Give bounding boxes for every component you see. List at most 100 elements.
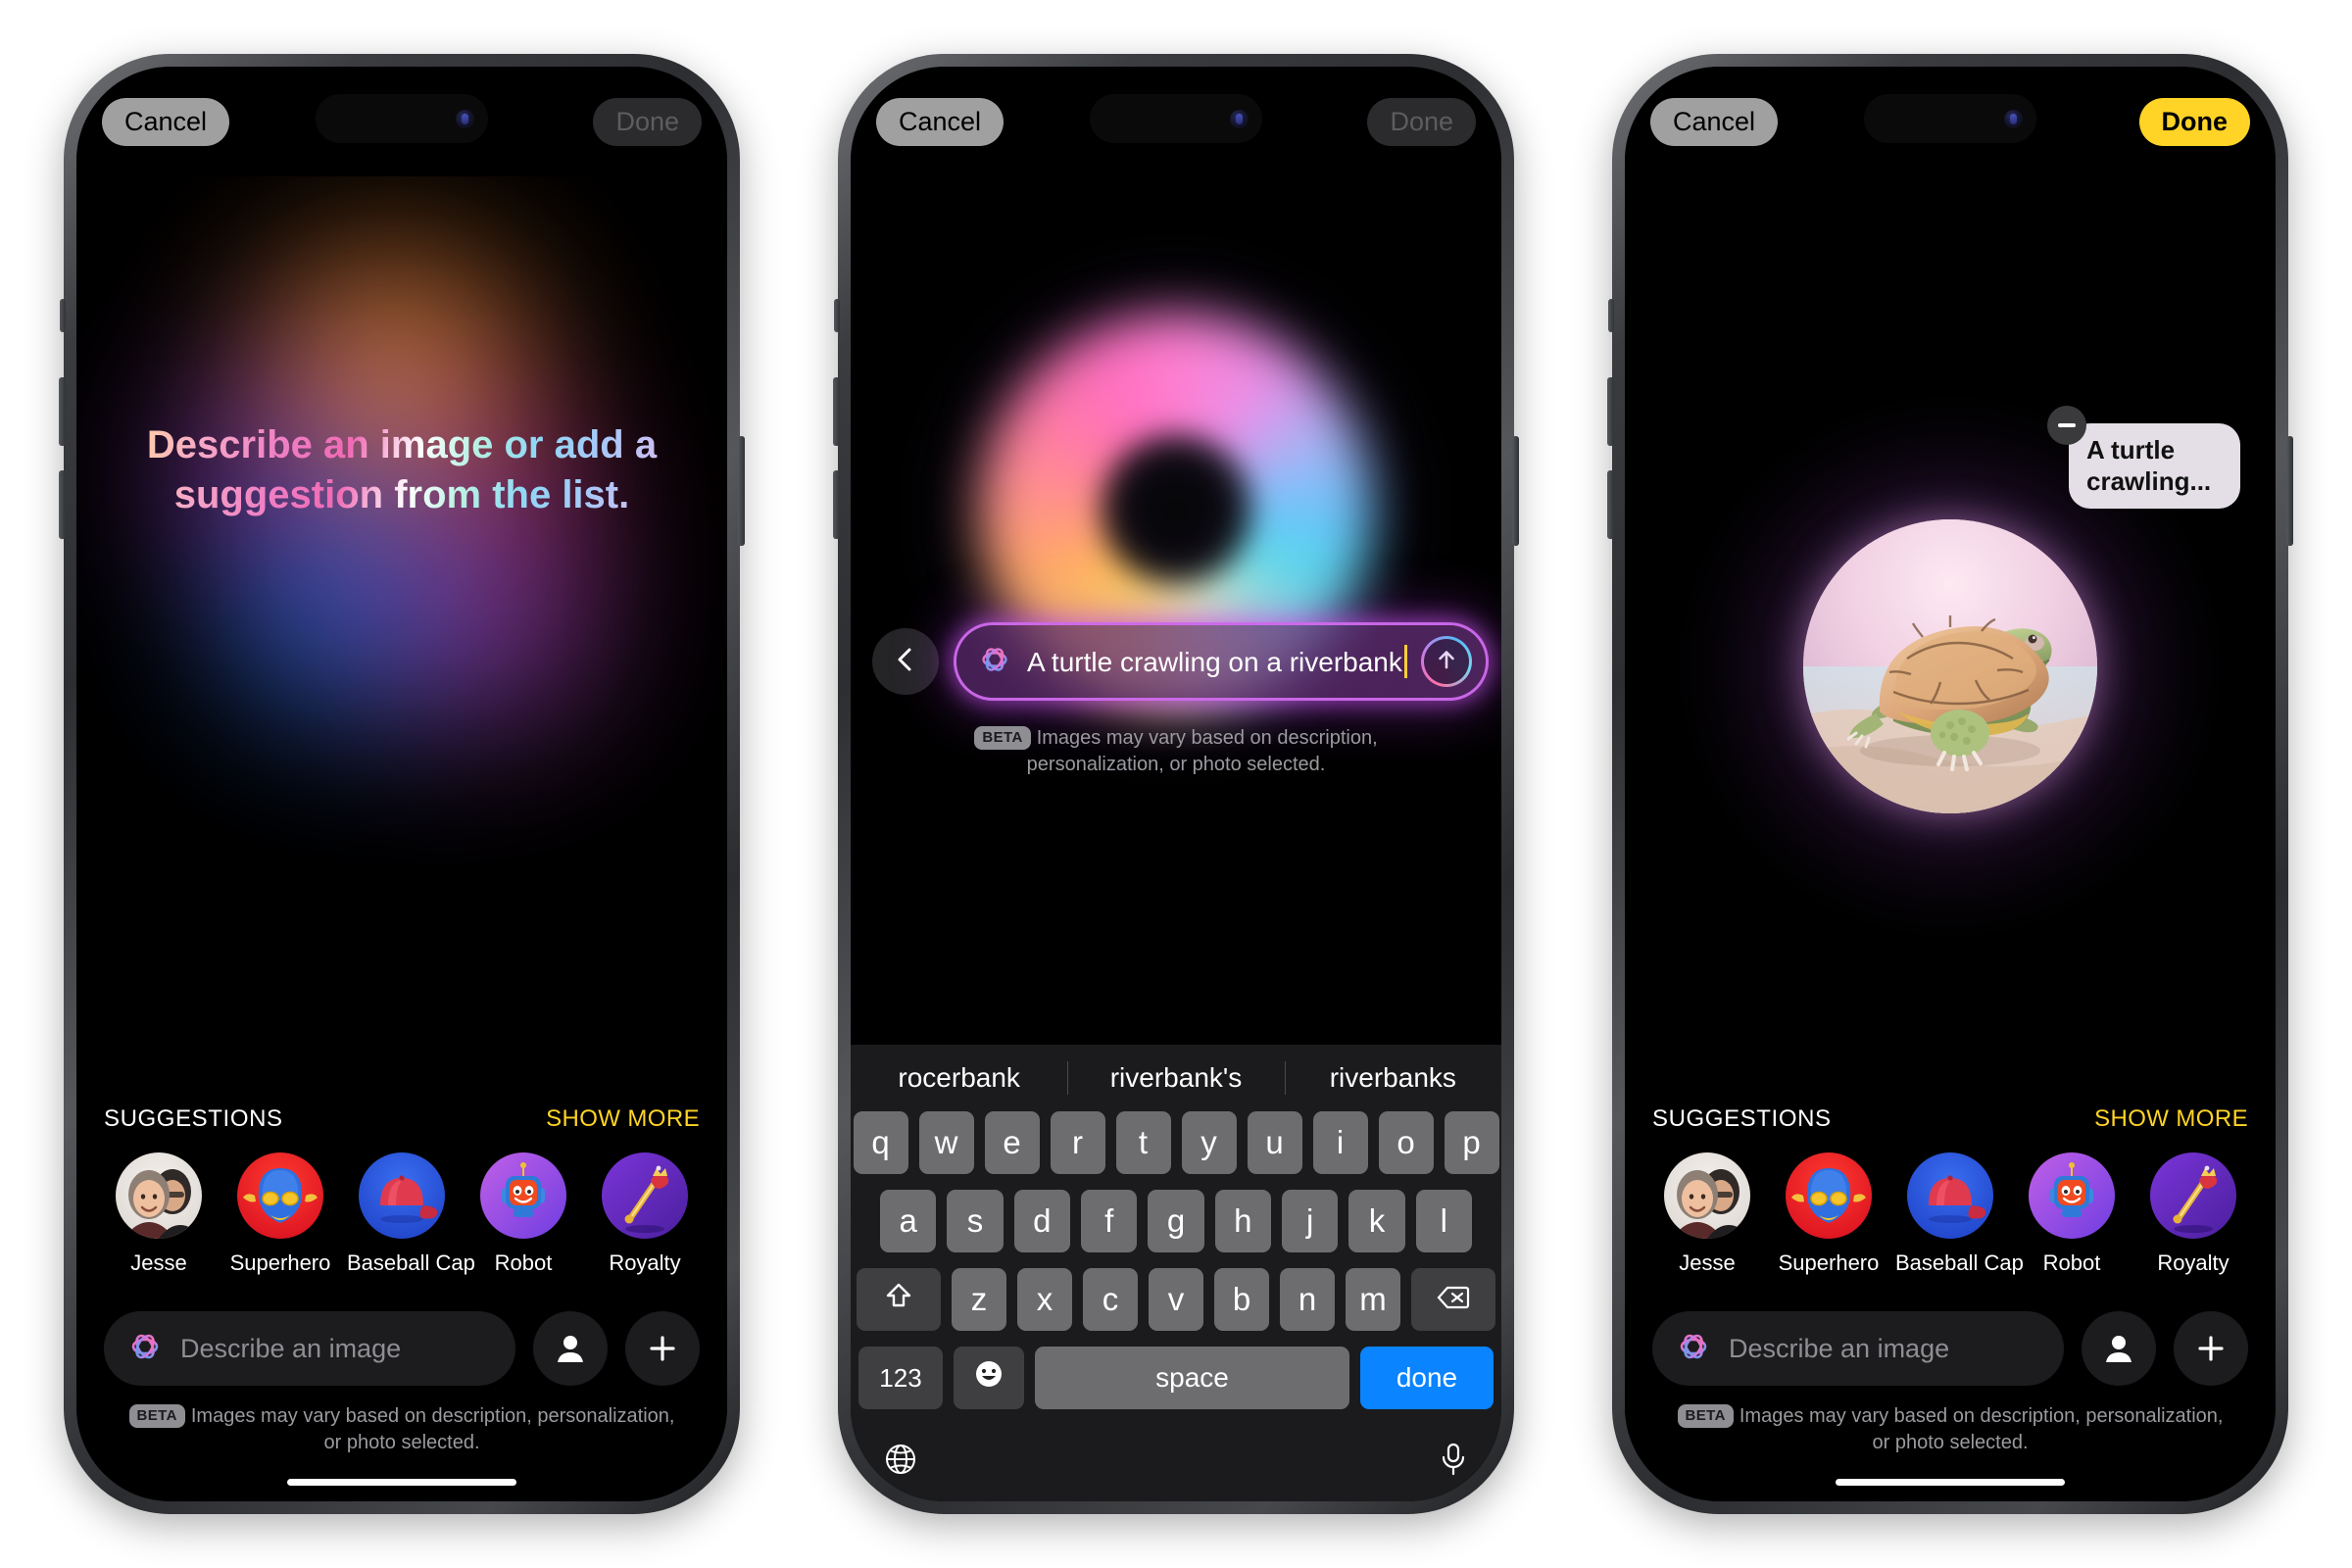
- add-button[interactable]: [625, 1311, 700, 1386]
- phone-1-suggestions: SUGGESTIONS SHOW MORE Jesse Superhero Ba…: [76, 1105, 727, 1276]
- done-button[interactable]: Done: [1367, 97, 1476, 146]
- keyboard-row-4: 123 space done: [851, 1347, 1501, 1409]
- power-button[interactable]: [738, 436, 745, 546]
- volume-up-button[interactable]: [59, 377, 66, 446]
- robot-icon: [2029, 1152, 2115, 1239]
- microphone-icon[interactable]: [1439, 1442, 1468, 1477]
- volume-down-button[interactable]: [1607, 470, 1614, 539]
- shift-key[interactable]: [857, 1268, 941, 1331]
- suggestion-baseball-cap[interactable]: Baseball Cap: [347, 1152, 475, 1276]
- prompt-chip[interactable]: A turtle crawling...: [2047, 406, 2240, 510]
- prompt-text: A turtle crawling on a riverbank: [1027, 647, 1402, 677]
- key-q[interactable]: q: [853, 1111, 908, 1174]
- on-screen-keyboard: rocerbank riverbank's riverbanks q w e r…: [851, 1045, 1501, 1501]
- key-w[interactable]: w: [918, 1111, 974, 1174]
- key-z[interactable]: z: [952, 1268, 1006, 1331]
- minus-circle-icon[interactable]: [2047, 406, 2086, 445]
- done-button[interactable]: Done: [2138, 97, 2250, 146]
- cancel-button[interactable]: Cancel: [876, 97, 1004, 146]
- prompt-input[interactable]: A turtle crawling on a riverbank: [956, 625, 1486, 698]
- person-button[interactable]: [2082, 1311, 2156, 1386]
- back-button[interactable]: [872, 628, 939, 695]
- key-r[interactable]: r: [1050, 1111, 1105, 1174]
- numbers-key[interactable]: 123: [858, 1347, 943, 1409]
- describe-image-input[interactable]: Describe an image: [104, 1311, 515, 1386]
- scepter-icon: [2150, 1152, 2236, 1239]
- key-v[interactable]: v: [1149, 1268, 1203, 1331]
- key-g[interactable]: g: [1148, 1190, 1204, 1252]
- key-h[interactable]: h: [1214, 1190, 1271, 1252]
- key-t[interactable]: t: [1115, 1111, 1171, 1174]
- key-n[interactable]: n: [1280, 1268, 1335, 1331]
- return-key[interactable]: done: [1360, 1347, 1494, 1409]
- key-o[interactable]: o: [1378, 1111, 1434, 1174]
- send-button[interactable]: [1420, 636, 1472, 687]
- person-button[interactable]: [533, 1311, 608, 1386]
- key-p[interactable]: p: [1444, 1111, 1499, 1174]
- space-key[interactable]: space: [1035, 1347, 1349, 1409]
- backspace-key[interactable]: [1411, 1268, 1495, 1331]
- done-button[interactable]: Done: [593, 97, 702, 146]
- key-l[interactable]: l: [1415, 1190, 1472, 1252]
- suggestion-royalty[interactable]: Royalty: [2138, 1152, 2248, 1276]
- key-y[interactable]: y: [1181, 1111, 1237, 1174]
- add-button[interactable]: [2174, 1311, 2248, 1386]
- key-e[interactable]: e: [984, 1111, 1040, 1174]
- suggestion-robot[interactable]: Robot: [468, 1152, 578, 1276]
- key-f[interactable]: f: [1081, 1190, 1138, 1252]
- hero-prompt-text: Describe an image or add a suggestion fr…: [127, 420, 676, 520]
- playground-sparkle-icon: [125, 1327, 165, 1371]
- globe-icon[interactable]: [884, 1443, 917, 1476]
- prediction-0[interactable]: rocerbank: [851, 1062, 1067, 1094]
- people-photo-icon: [116, 1152, 202, 1239]
- key-d[interactable]: d: [1013, 1190, 1070, 1252]
- emoji-smiley-icon: [973, 1358, 1004, 1397]
- volume-down-button[interactable]: [833, 470, 840, 539]
- suggestion-superhero[interactable]: Superhero: [225, 1152, 335, 1276]
- key-a[interactable]: a: [880, 1190, 937, 1252]
- describe-image-input[interactable]: Describe an image: [1652, 1311, 2064, 1386]
- suggestion-jesse[interactable]: Jesse: [1652, 1152, 1762, 1276]
- key-c[interactable]: c: [1083, 1268, 1138, 1331]
- home-indicator[interactable]: [287, 1479, 516, 1486]
- prediction-1[interactable]: riverbank's: [1067, 1062, 1284, 1094]
- loader-hole: [1098, 431, 1254, 588]
- suggestion-jesse[interactable]: Jesse: [104, 1152, 214, 1276]
- beta-text: Images may vary based on description, pe…: [1026, 727, 1378, 775]
- emoji-key[interactable]: [954, 1347, 1024, 1409]
- key-j[interactable]: j: [1281, 1190, 1339, 1252]
- prediction-2[interactable]: riverbanks: [1285, 1062, 1501, 1094]
- volume-up-button[interactable]: [1607, 377, 1614, 446]
- key-k[interactable]: k: [1348, 1190, 1405, 1252]
- key-m[interactable]: m: [1346, 1268, 1400, 1331]
- volume-down-button[interactable]: [59, 470, 66, 539]
- volume-up-button[interactable]: [833, 377, 840, 446]
- prompt-value: A turtle crawling on a riverbank: [1027, 645, 1407, 678]
- mute-switch[interactable]: [834, 299, 840, 332]
- phone-2: Cancel Done A turtle crawling on a river…: [833, 54, 1519, 1514]
- key-b[interactable]: b: [1214, 1268, 1269, 1331]
- phone-1-topbar: Cancel Done: [76, 67, 727, 176]
- key-u[interactable]: u: [1247, 1111, 1302, 1174]
- suggestion-superhero[interactable]: Superhero: [1774, 1152, 1884, 1276]
- suggestions-row: Jesse Superhero Baseball Cap Robot Royal…: [1652, 1152, 2248, 1276]
- key-x[interactable]: x: [1017, 1268, 1072, 1331]
- cancel-button[interactable]: Cancel: [1650, 97, 1779, 146]
- key-i[interactable]: i: [1312, 1111, 1368, 1174]
- key-s[interactable]: s: [947, 1190, 1004, 1252]
- suggestion-baseball-cap[interactable]: Baseball Cap: [1895, 1152, 2024, 1276]
- home-indicator[interactable]: [1836, 1479, 2065, 1486]
- suggestion-robot[interactable]: Robot: [2017, 1152, 2127, 1276]
- suggestions-header: SUGGESTIONS SHOW MORE: [1652, 1105, 2248, 1133]
- power-button[interactable]: [1512, 436, 1519, 546]
- mute-switch[interactable]: [1608, 299, 1614, 332]
- show-more-button[interactable]: SHOW MORE: [2094, 1105, 2248, 1133]
- playground-sparkle-icon: [976, 641, 1013, 683]
- suggestion-royalty[interactable]: Royalty: [590, 1152, 700, 1276]
- cancel-button[interactable]: Cancel: [102, 97, 230, 146]
- power-button[interactable]: [2286, 436, 2293, 546]
- generated-image-container[interactable]: [1710, 426, 2190, 906]
- mute-switch[interactable]: [60, 299, 66, 332]
- show-more-button[interactable]: SHOW MORE: [546, 1105, 700, 1133]
- backspace-icon: [1437, 1281, 1470, 1318]
